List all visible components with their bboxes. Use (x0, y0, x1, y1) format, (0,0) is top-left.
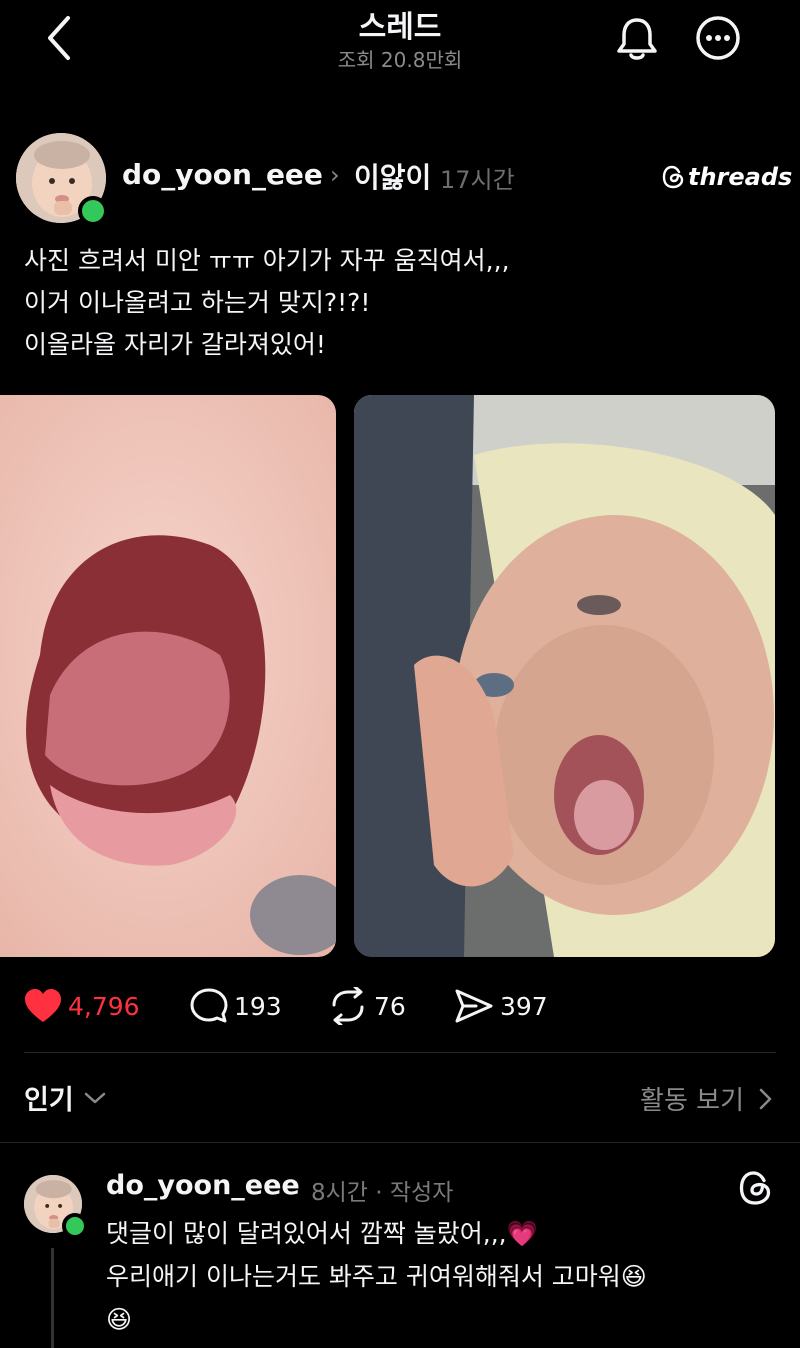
online-indicator (62, 1213, 88, 1239)
post-text-line: 이거 이나올려고 하는거 맞지?!?! (24, 288, 371, 317)
reply-line: 우리애기 이나는거도 봐주고 귀여워해줘서 고마워 (106, 1262, 621, 1291)
post-photo-1[interactable] (0, 395, 336, 957)
threads-wordmark: threads (688, 163, 793, 191)
author-username[interactable]: do_yoon_eee (122, 158, 323, 191)
sort-dropdown[interactable]: 인기 (24, 1078, 108, 1117)
page-title: 스레드 (358, 10, 442, 45)
share-button[interactable]: 397 (454, 986, 548, 1026)
divider (24, 1052, 776, 1053)
post-text-line: 이올라올 자리가 갈라져있어! (24, 330, 326, 359)
activity-label: 활동 보기 (640, 1086, 744, 1116)
share-icon (455, 989, 493, 1023)
like-count: 4,796 (68, 991, 140, 1021)
more-button[interactable] (694, 14, 742, 62)
chevron-down-icon (84, 1092, 105, 1103)
heart-emoji: 💗 (506, 1219, 538, 1248)
reply-username[interactable]: do_yoon_eee (106, 1170, 300, 1201)
sort-label: 인기 (24, 1085, 74, 1116)
baby-blurry-photo (354, 395, 775, 957)
heart-icon (25, 989, 61, 1022)
reply-line: 댓글이 많이 달려있어서 깜짝 놀랐어,,, (106, 1219, 507, 1248)
repost-button[interactable]: 76 (328, 986, 406, 1026)
reply-thread-line (51, 1248, 54, 1348)
online-indicator (78, 196, 108, 226)
section-divider (0, 1142, 800, 1143)
topic-tag[interactable]: 이앓이 (354, 156, 431, 196)
baby-mouth-photo (0, 395, 336, 957)
threads-brand: threads (662, 162, 792, 192)
comment-icon (190, 988, 228, 1023)
bell-icon (617, 18, 657, 60)
laughing-emoji: 😆 (106, 1305, 133, 1334)
repost-count: 76 (374, 991, 406, 1021)
more-icon (696, 16, 740, 60)
view-count: 조회 20.8만회 (337, 48, 463, 72)
repost-icon (332, 987, 364, 1025)
notifications-button[interactable] (612, 14, 662, 62)
threads-icon (662, 165, 684, 189)
comment-button[interactable]: 193 (190, 986, 282, 1026)
reply-text: 댓글이 많이 달려있어서 깜짝 놀랐어,,,💗 우리애기 이나는거도 봐주고 귀… (106, 1212, 786, 1341)
threads-icon (739, 1171, 771, 1205)
reply-meta: 8시간 · 작성자 (311, 1180, 454, 1206)
share-count: 397 (500, 991, 548, 1021)
view-activity-link[interactable]: 활동 보기 (640, 1080, 776, 1117)
post-text-line: 사진 흐려서 미안 ㅠㅠ 아기가 자꾸 움직여서,,, (24, 246, 510, 275)
like-button[interactable]: 4,796 (24, 986, 140, 1026)
post-text: 사진 흐려서 미안 ㅠㅠ 아기가 자꾸 움직여서,,, 이거 이나올려고 하는거… (24, 240, 784, 366)
topic-chevron-icon: › (330, 161, 340, 189)
post-photo-2[interactable] (354, 395, 775, 957)
chevron-right-icon (759, 1088, 772, 1109)
threads-logo-button[interactable] (738, 1170, 772, 1210)
post-time: 17시간 (440, 166, 515, 194)
laughing-emoji: 😆 (620, 1262, 647, 1291)
comment-count: 193 (234, 991, 282, 1021)
